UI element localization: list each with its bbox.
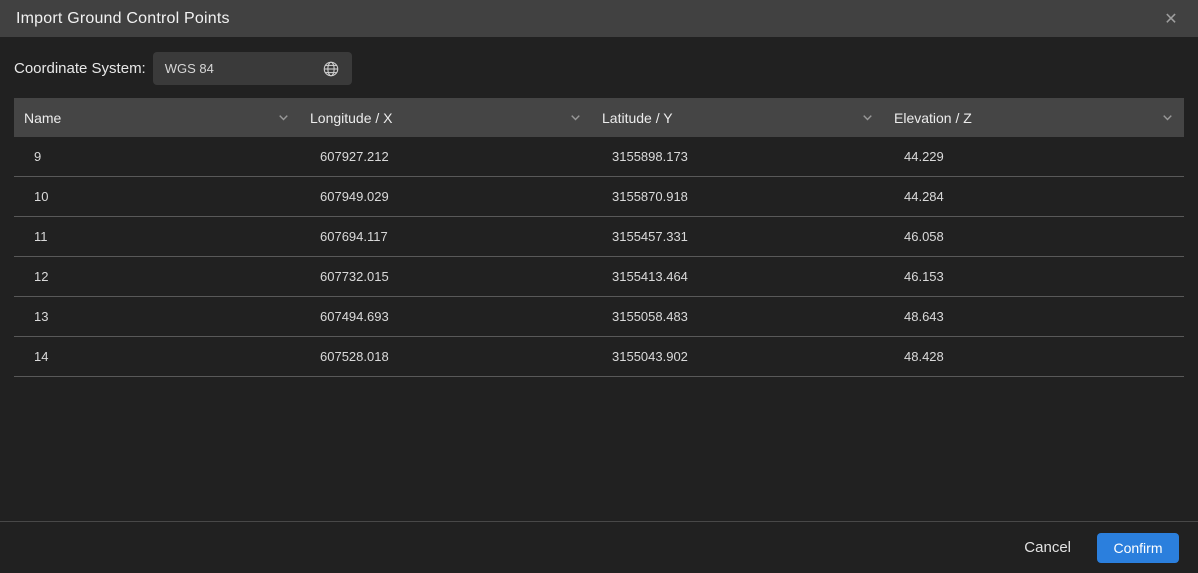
cell-elevation: 48.428: [884, 349, 1184, 364]
cell-name: 9: [14, 149, 300, 164]
cell-name: 12: [14, 269, 300, 284]
cell-name: 11: [14, 229, 300, 244]
cell-elevation: 46.153: [884, 269, 1184, 284]
column-header-longitude-label: Longitude / X: [310, 110, 393, 126]
chevron-down-icon[interactable]: [277, 111, 290, 124]
cell-elevation: 48.643: [884, 309, 1184, 324]
table-row: 10 607949.029 3155870.918 44.284: [14, 177, 1184, 217]
coordinate-system-label: Coordinate System:: [14, 60, 146, 77]
gcp-table: Name Longitude / X Latitude / Y Elevatio…: [14, 98, 1184, 377]
cell-latitude: 3155457.331: [592, 229, 884, 244]
column-header-elevation[interactable]: Elevation / Z: [884, 98, 1184, 137]
cell-latitude: 3155058.483: [592, 309, 884, 324]
table-row: 12 607732.015 3155413.464 46.153: [14, 257, 1184, 297]
table-row: 9 607927.212 3155898.173 44.229: [14, 137, 1184, 177]
cell-longitude: 607694.117: [300, 229, 592, 244]
chevron-down-icon[interactable]: [1161, 111, 1174, 124]
coordinate-system-value: WGS 84: [165, 61, 214, 76]
confirm-button[interactable]: Confirm: [1097, 533, 1179, 563]
cell-elevation: 46.058: [884, 229, 1184, 244]
cell-longitude: 607927.212: [300, 149, 592, 164]
cell-latitude: 3155043.902: [592, 349, 884, 364]
coordinate-system-row: Coordinate System: WGS 84: [14, 52, 352, 85]
import-gcp-dialog: Import Ground Control Points ✕ Coordinat…: [0, 0, 1198, 573]
cell-latitude: 3155413.464: [592, 269, 884, 284]
column-header-name-label: Name: [24, 110, 61, 126]
gcp-table-body: 9 607927.212 3155898.173 44.229 10 60794…: [14, 137, 1184, 377]
cell-longitude: 607494.693: [300, 309, 592, 324]
globe-icon: [322, 60, 340, 78]
cell-latitude: 3155898.173: [592, 149, 884, 164]
cell-longitude: 607949.029: [300, 189, 592, 204]
table-row: 14 607528.018 3155043.902 48.428: [14, 337, 1184, 377]
table-row: 11 607694.117 3155457.331 46.058: [14, 217, 1184, 257]
dialog-title: Import Ground Control Points: [16, 10, 230, 28]
table-row: 13 607494.693 3155058.483 48.643: [14, 297, 1184, 337]
dialog-titlebar: Import Ground Control Points ✕: [0, 0, 1198, 37]
cell-longitude: 607732.015: [300, 269, 592, 284]
column-header-longitude[interactable]: Longitude / X: [300, 98, 592, 137]
column-header-latitude-label: Latitude / Y: [602, 110, 673, 126]
close-icon[interactable]: ✕: [1158, 6, 1184, 32]
column-header-name[interactable]: Name: [14, 98, 300, 137]
dialog-footer: Cancel Confirm: [0, 521, 1198, 573]
coordinate-system-select[interactable]: WGS 84: [153, 52, 352, 85]
column-header-latitude[interactable]: Latitude / Y: [592, 98, 884, 137]
cell-elevation: 44.284: [884, 189, 1184, 204]
cell-name: 10: [14, 189, 300, 204]
cell-longitude: 607528.018: [300, 349, 592, 364]
gcp-table-header: Name Longitude / X Latitude / Y Elevatio…: [14, 98, 1184, 137]
cancel-button[interactable]: Cancel: [1024, 539, 1071, 556]
chevron-down-icon[interactable]: [861, 111, 874, 124]
cell-elevation: 44.229: [884, 149, 1184, 164]
cell-name: 14: [14, 349, 300, 364]
cell-name: 13: [14, 309, 300, 324]
cell-latitude: 3155870.918: [592, 189, 884, 204]
chevron-down-icon[interactable]: [569, 111, 582, 124]
column-header-elevation-label: Elevation / Z: [894, 110, 972, 126]
